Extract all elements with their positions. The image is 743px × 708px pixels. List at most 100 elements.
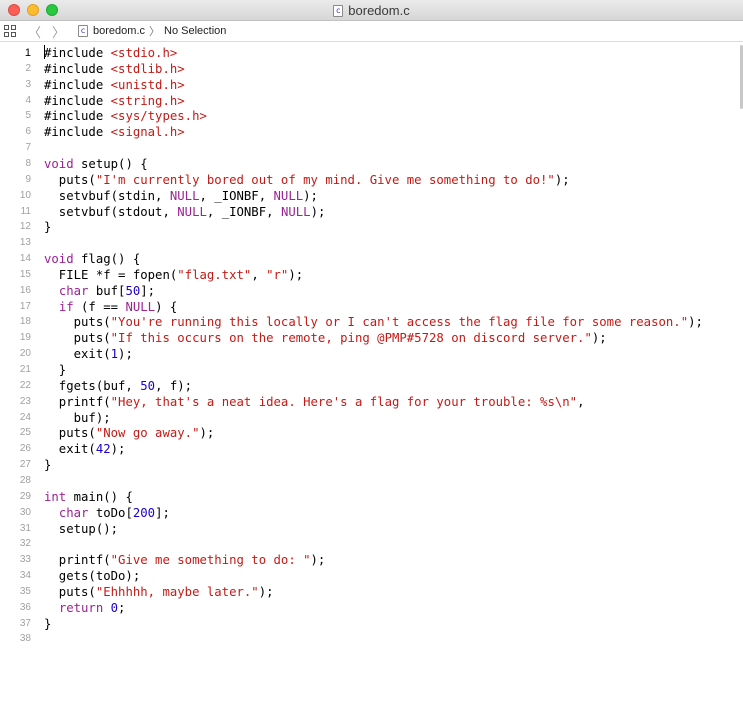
code-line[interactable]: 17 if (f == NULL) { <box>0 299 743 315</box>
code-token: if <box>58 299 74 314</box>
code-token: 42 <box>95 442 111 457</box>
code-token: NULL <box>177 204 207 219</box>
line-code: puts("Now go away."); <box>44 425 215 441</box>
code-token: #include <box>44 109 111 124</box>
code-token: ); <box>199 426 215 441</box>
back-chevron-icon[interactable]: 〈 <box>28 22 41 41</box>
code-line[interactable]: 1 #include <stdio.h> <box>0 45 743 61</box>
line-number: 31 <box>19 522 31 534</box>
code-token: "I'm currently bored out of my mind. Giv… <box>95 172 555 187</box>
line-number: 1 <box>24 47 31 59</box>
code-line[interactable]: 21 } <box>0 362 743 378</box>
line-code: setup(); <box>44 521 118 537</box>
code-line[interactable]: 13 <box>0 235 743 251</box>
code-token: #include <box>44 77 111 92</box>
code-line[interactable]: 26 exit(42); <box>0 441 743 457</box>
line-number: 27 <box>19 459 31 471</box>
code-token: ); <box>118 347 133 362</box>
breadcrumb-separator-icon: 〉 <box>149 25 161 38</box>
code-editor[interactable]: 1 #include <stdio.h> 2 #include <stdlib.h> 3… <box>0 45 743 708</box>
code-line[interactable]: 27} <box>0 457 743 473</box>
code-token: } <box>44 220 52 235</box>
code-token: NULL <box>273 188 304 203</box>
line-number: 8 <box>25 157 31 169</box>
code-token: #include <box>44 125 111 140</box>
code-token: ); <box>591 331 607 346</box>
line-number: 10 <box>19 189 31 201</box>
code-token: NULL <box>169 188 200 203</box>
code-token: , <box>577 394 585 409</box>
code-token: "You're running this locally or I can't … <box>110 315 689 330</box>
code-line[interactable]: 20 exit(1); <box>0 346 743 362</box>
breadcrumb-file[interactable]: boredom.c <box>93 25 145 37</box>
code-token: setup() { <box>73 156 148 171</box>
code-line[interactable]: 4 #include <string.h> <box>0 93 743 109</box>
code-token: printf( <box>44 553 111 568</box>
code-token: , <box>251 267 267 282</box>
code-token: flag() { <box>73 252 141 267</box>
line-number: 13 <box>19 237 31 249</box>
code-line[interactable]: 18 puts("You're running this locally or … <box>0 314 743 330</box>
code-line[interactable]: 31 setup(); <box>0 521 743 537</box>
line-code: setvbuf(stdin, NULL, _IONBF, NULL); <box>44 188 318 204</box>
code-line[interactable]: 3 #include <unistd.h> <box>0 77 743 93</box>
code-line[interactable]: 16 char buf[50]; <box>0 283 743 299</box>
code-token: (f == <box>73 299 126 314</box>
code-line[interactable]: 12} <box>0 219 743 235</box>
line-code: setvbuf(stdout, NULL, _IONBF, NULL); <box>44 204 326 220</box>
code-line[interactable]: 22 fgets(buf, 50, f); <box>0 378 743 394</box>
breadcrumb-selection[interactable]: No Selection <box>164 25 226 37</box>
code-token: 200 <box>132 505 156 520</box>
code-line[interactable]: 10 setvbuf(stdin, NULL, _IONBF, NULL); <box>0 188 743 204</box>
line-number: 23 <box>19 395 31 407</box>
code-token: ); <box>310 204 326 219</box>
line-number: 20 <box>19 348 31 360</box>
line-code: void flag() { <box>44 251 140 267</box>
code-line[interactable]: 36 return 0; <box>0 600 743 616</box>
line-number: 32 <box>19 538 31 550</box>
line-number: 2 <box>25 62 31 74</box>
code-line[interactable]: 28 <box>0 473 743 489</box>
code-line[interactable]: 11 setvbuf(stdout, NULL, _IONBF, NULL); <box>0 204 743 220</box>
code-line[interactable]: 23 printf("Hey, that's a neat idea. Here… <box>0 394 743 410</box>
forward-chevron-icon[interactable]: 〉 <box>52 22 65 41</box>
code-token: #include <box>44 93 111 108</box>
code-token: 50 <box>140 378 156 393</box>
code-line[interactable]: 19 puts("If this occurs on the remote, p… <box>0 330 743 346</box>
line-number: 12 <box>19 221 31 233</box>
code-token: "If this occurs on the remote, ping @PMP… <box>110 331 592 346</box>
code-line[interactable]: 7 <box>0 140 743 156</box>
code-token: ); <box>110 442 126 457</box>
code-line[interactable]: 14 void flag() { <box>0 251 743 267</box>
code-token: ); <box>288 267 304 282</box>
code-line[interactable]: 25 puts("Now go away."); <box>0 425 743 441</box>
code-line[interactable]: 2 #include <stdlib.h> <box>0 61 743 77</box>
related-items-grid-icon[interactable] <box>4 25 16 37</box>
code-line[interactable]: 34 gets(toDo); <box>0 568 743 584</box>
code-token: puts( <box>44 584 96 599</box>
code-line[interactable]: 32 <box>0 536 743 552</box>
code-token: puts( <box>44 315 111 330</box>
window-title-group: c boredom.c <box>0 0 743 21</box>
line-number: 30 <box>19 506 31 518</box>
code-line[interactable]: 8 void setup() { <box>0 156 743 172</box>
line-code: #include <stdio.h> <box>44 45 177 61</box>
code-line[interactable]: 33 printf("Give me something to do: "); <box>0 552 743 568</box>
code-line[interactable]: 15 FILE *f = fopen("flag.txt", "r"); <box>0 267 743 283</box>
code-token: <stdlib.h> <box>110 61 185 76</box>
line-code: char toDo[200]; <box>44 505 170 521</box>
line-code: #include <stdlib.h> <box>44 61 185 77</box>
code-token: setup(); <box>44 521 119 536</box>
code-line[interactable]: 30 char toDo[200]; <box>0 505 743 521</box>
code-line[interactable]: 29 int main() { <box>0 489 743 505</box>
code-line[interactable]: 24 buf); <box>0 410 743 426</box>
code-line[interactable]: 38 <box>0 631 743 647</box>
code-token: exit( <box>44 347 111 362</box>
code-line[interactable]: 35 puts("Ehhhhh, maybe later."); <box>0 584 743 600</box>
code-line[interactable]: 9 puts("I'm currently bored out of my mi… <box>0 172 743 188</box>
code-line[interactable]: 6 #include <signal.h> <box>0 124 743 140</box>
code-line[interactable]: 5 #include <sys/types.h> <box>0 108 743 124</box>
code-token: ]; <box>155 505 170 520</box>
line-number: 37 <box>19 617 31 629</box>
code-line[interactable]: 37} <box>0 616 743 632</box>
